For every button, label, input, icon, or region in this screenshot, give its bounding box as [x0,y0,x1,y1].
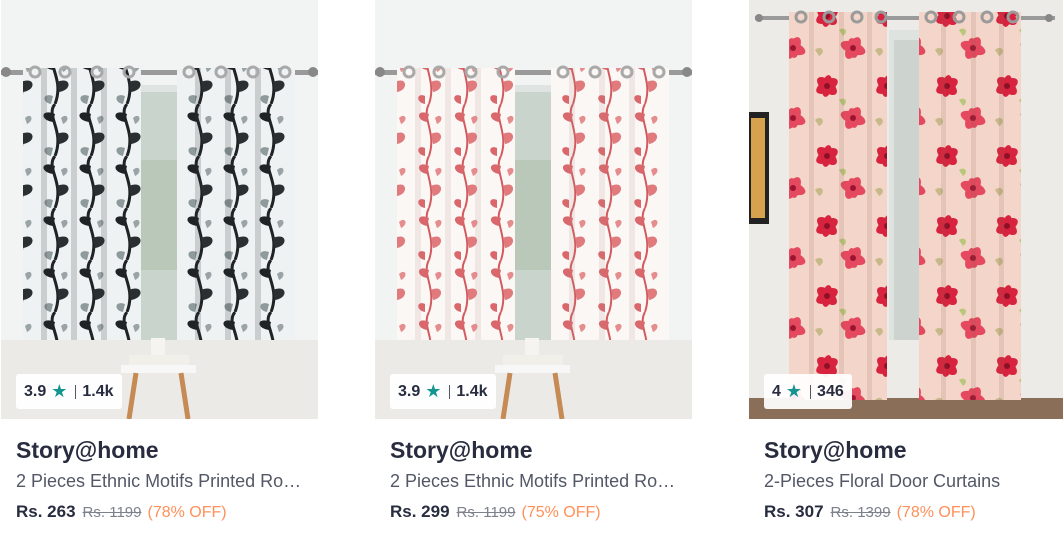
rating-count: 346 [817,382,844,400]
product-price: Rs. 307 Rs. 1399 (78% OFF) [764,502,1051,522]
curtain-image-red-floral [749,0,1063,419]
original-price: Rs. 1399 [830,504,891,521]
original-price: Rs. 1199 [456,504,516,521]
discount-percent: (78% OFF) [147,504,227,521]
product-grid: 3.9 ★ 1.4k Story@home 2 Pieces Ethnic Mo… [0,0,1063,559]
product-brand: Story@home [764,437,907,463]
original-price: Rs. 1199 [82,504,142,521]
rating-badge: 4 ★ 346 [764,374,852,409]
rating-badge: 3.9 ★ 1.4k [16,374,122,409]
rating-value: 3.9 [24,382,47,400]
product-image[interactable]: 3.9 ★ 1.4k [375,0,692,419]
product-card[interactable]: 3.9 ★ 1.4k Story@home 2 Pieces Ethnic Mo… [375,0,692,559]
discounted-price: Rs. 263 [16,502,76,521]
product-name: 2-Pieces Floral Door Curtains [764,471,1001,491]
rating-count: 1.4k [82,382,114,400]
star-icon: ★ [425,381,442,401]
product-name: 2 Pieces Ethnic Motifs Printed Room Dark… [390,471,677,491]
curtain-image-red-leaf [375,0,692,419]
product-info: Story@home 2-Pieces Floral Door Curtains… [749,436,1063,522]
rating-divider [810,384,812,399]
product-image[interactable]: 4 ★ 346 [749,0,1063,419]
product-info: Story@home 2 Pieces Ethnic Motifs Printe… [375,436,692,522]
rating-value: 4 [772,382,781,400]
rating-divider [449,384,451,399]
product-image[interactable]: 3.9 ★ 1.4k [1,0,318,419]
product-brand: Story@home [390,437,533,463]
curtain-image-black-leaf [1,0,318,419]
discounted-price: Rs. 307 [764,502,824,521]
product-card[interactable]: 3.9 ★ 1.4k Story@home 2 Pieces Ethnic Mo… [1,0,318,559]
discounted-price: Rs. 299 [390,502,450,521]
star-icon: ★ [785,381,803,401]
product-price: Rs. 299 Rs. 1199 (75% OFF) [390,502,677,522]
product-name: 2 Pieces Ethnic Motifs Printed Room Dark… [16,471,303,491]
product-price: Rs. 263 Rs. 1199 (78% OFF) [16,502,303,522]
rating-count: 1.4k [456,382,488,400]
star-icon: ★ [51,381,68,401]
product-info: Story@home 2 Pieces Ethnic Motifs Printe… [1,436,318,522]
discount-percent: (75% OFF) [521,504,601,521]
rating-badge: 3.9 ★ 1.4k [390,374,496,409]
rating-value: 3.9 [398,382,421,400]
product-card[interactable]: 4 ★ 346 Story@home 2-Pieces Floral Door … [749,0,1063,559]
product-brand: Story@home [16,437,159,463]
discount-percent: (78% OFF) [896,504,976,521]
rating-divider [75,384,77,399]
